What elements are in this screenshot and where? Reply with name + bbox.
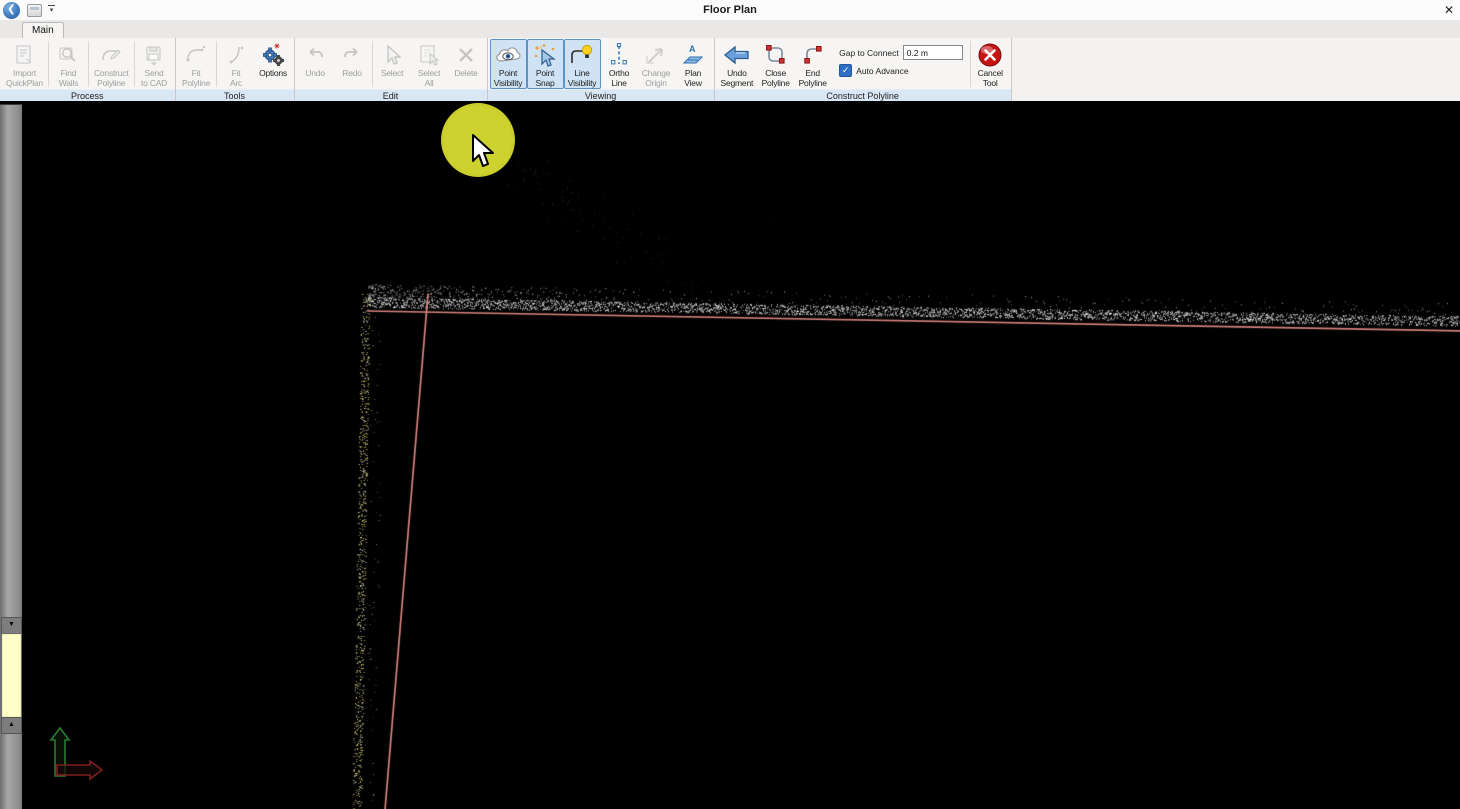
- construct-polyline-fields: Gap to Connect ✓ Auto Advance: [831, 39, 969, 89]
- close-polyline-icon: [763, 42, 789, 68]
- ribbon-separator: [216, 41, 217, 87]
- ribbon-button-label: Delete: [454, 68, 477, 78]
- redo-button: Redo: [334, 39, 371, 89]
- line-visibility-icon: [568, 42, 596, 68]
- fit-arc-icon: [224, 42, 248, 68]
- change-origin-button: Change Origin: [638, 39, 675, 89]
- select-icon: [380, 42, 404, 68]
- undo-segment-icon: [722, 42, 752, 68]
- ribbon-button-label: Redo: [342, 68, 362, 78]
- ribbon-button-label: Undo: [305, 68, 325, 78]
- end-polyline-button[interactable]: End Polyline: [794, 39, 831, 89]
- fit-arc-button: Fit Arc: [218, 39, 255, 89]
- fit-polyline-button: Fit Polyline: [178, 39, 215, 89]
- ribbon-button-label: Point Visibility: [494, 68, 523, 88]
- scrollbar-down-button[interactable]: ▼: [1, 617, 22, 634]
- delete-icon: [454, 42, 478, 68]
- construct-polyline-button: Construct Polyline: [90, 39, 133, 89]
- plan-view-icon: A: [680, 42, 706, 68]
- options-icon: ✳: [260, 42, 286, 68]
- axis-indicator-icon: [44, 726, 106, 784]
- cancel-tool-button[interactable]: Cancel Tool: [972, 39, 1009, 89]
- ribbon-separator: [48, 41, 49, 87]
- plan-view-button[interactable]: A Plan View: [675, 39, 712, 89]
- ribbon-button-label: Point Snap: [536, 68, 555, 88]
- floor-plan-viewport[interactable]: ▼ ▲: [0, 101, 1460, 809]
- ribbon-button-label: Change Origin: [642, 68, 671, 88]
- gap-to-connect-input[interactable]: [903, 45, 963, 60]
- ribbon-group-construct-polyline: Undo SegmentClose PolylineEnd PolylineGa…: [715, 38, 1012, 101]
- window-title: Floor Plan: [0, 4, 1460, 16]
- ribbon-button-label: Cancel Tool: [978, 68, 1003, 88]
- ribbon-separator: [88, 41, 89, 87]
- fit-polyline-icon: [184, 42, 208, 68]
- ribbon-button-label: Fit Polyline: [182, 68, 210, 88]
- undo-button: Undo: [297, 39, 334, 89]
- send-to-cad-button: Send to CAD: [136, 39, 173, 89]
- point-snap-icon: [532, 42, 558, 68]
- point-visibility-button[interactable]: Point Visibility: [490, 39, 527, 89]
- ribbon-button-label: Find Walls: [59, 68, 78, 88]
- delete-button: Delete: [448, 39, 485, 89]
- auto-advance-label: Auto Advance: [856, 66, 908, 76]
- change-origin-icon: [643, 42, 669, 68]
- gap-to-connect-label: Gap to Connect: [839, 48, 899, 58]
- redo-icon: [340, 42, 364, 68]
- scrollbar-up-button[interactable]: ▲: [1, 717, 22, 734]
- ribbon-button-label: Select All: [418, 68, 440, 88]
- floor-plan-window: ❮ ▾ Floor Plan ✕ Main Import QuickPlan Fi…: [0, 0, 1460, 809]
- mouse-cursor-icon: [470, 134, 496, 170]
- ribbon-button-label: Undo Segment: [721, 68, 754, 88]
- ribbon-button-label: End Polyline: [799, 68, 827, 88]
- undo-segment-button[interactable]: Undo Segment: [717, 39, 758, 89]
- ribbon-button-label: Send to CAD: [141, 68, 167, 88]
- ortho-line-button[interactable]: Ortho Line: [601, 39, 638, 89]
- title-bar: ❮ ▾ Floor Plan ✕: [0, 0, 1460, 21]
- ribbon-group-edit: UndoRedoSelectSelect AllDeleteEdit: [295, 38, 488, 101]
- select-button: Select: [374, 39, 411, 89]
- ribbon-group-viewing: Point Visibility Point Snap Line Visibilit…: [488, 38, 715, 101]
- import-quickplan-icon: [12, 42, 36, 68]
- close-polyline-button[interactable]: Close Polyline: [757, 39, 794, 89]
- point-visibility-icon: [494, 42, 522, 68]
- find-walls-button: Find Walls: [50, 39, 87, 89]
- select-all-button: Select All: [411, 39, 448, 89]
- ribbon-button-label: Fit Arc: [230, 68, 242, 88]
- point-cloud-canvas[interactable]: [0, 104, 1460, 809]
- undo-icon: [303, 42, 327, 68]
- import-quickplan-button: Import QuickPlan: [2, 39, 47, 89]
- ribbon-button-label: Import QuickPlan: [6, 68, 43, 88]
- line-visibility-button[interactable]: Line Visibility: [564, 39, 601, 89]
- construct-polyline-icon: [99, 42, 123, 68]
- end-polyline-icon: [800, 42, 826, 68]
- ribbon-group-process: Import QuickPlan Find Walls Construct Poly…: [0, 38, 176, 101]
- ribbon-button-label: Ortho Line: [609, 68, 629, 88]
- svg-text:A: A: [689, 44, 696, 54]
- select-all-icon: [417, 42, 441, 68]
- ribbon-group-tools: Fit PolylineFit Arc✳OptionsTools: [176, 38, 295, 101]
- ribbon-separator: [134, 41, 135, 87]
- ortho-line-icon: [607, 42, 631, 68]
- ribbon-button-label: Line Visibility: [568, 68, 597, 88]
- ribbon: Import QuickPlan Find Walls Construct Poly…: [0, 38, 1460, 102]
- find-walls-icon: [56, 42, 80, 68]
- ribbon-tab-strip: Main: [0, 20, 1460, 39]
- auto-advance-checkbox[interactable]: ✓: [839, 64, 852, 77]
- ribbon-button-label: Select: [381, 68, 403, 78]
- svg-text:✳: ✳: [274, 43, 280, 51]
- left-scrollbar[interactable]: ▼ ▲: [0, 104, 22, 809]
- send-to-cad-icon: [142, 42, 166, 68]
- scrollbar-thumb[interactable]: [1, 633, 22, 718]
- cancel-tool-icon: [976, 42, 1004, 68]
- close-icon[interactable]: ✕: [1444, 2, 1454, 18]
- ribbon-separator: [372, 41, 373, 87]
- ribbon-button-label: Options: [259, 68, 287, 78]
- ribbon-button-label: Plan View: [684, 68, 701, 88]
- ribbon-button-label: Construct Polyline: [94, 68, 129, 88]
- ribbon-separator: [970, 41, 971, 87]
- ribbon-button-label: Close Polyline: [762, 68, 790, 88]
- options-button[interactable]: ✳ Options: [255, 39, 292, 89]
- point-snap-button[interactable]: Point Snap: [527, 39, 564, 89]
- tab-main[interactable]: Main: [22, 22, 64, 39]
